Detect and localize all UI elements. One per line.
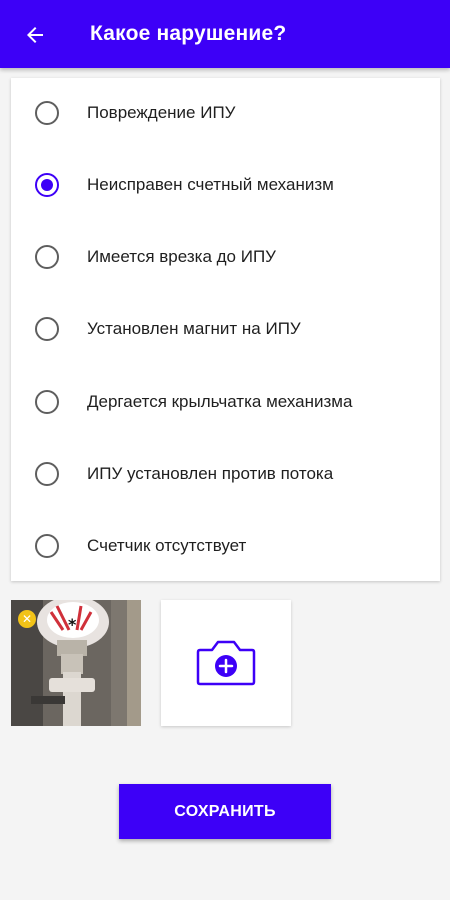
option-meter-missing[interactable]: Счетчик отсутствует [11, 516, 440, 576]
option-damage[interactable]: Повреждение ИПУ [11, 83, 440, 143]
option-magnet[interactable]: Установлен магнит на ИПУ [11, 299, 440, 359]
arrow-left-icon [27, 27, 43, 43]
option-faulty-counter[interactable]: Неисправен счетный механизм [11, 155, 440, 215]
option-label: Счетчик отсутствует [87, 536, 247, 555]
radio-button[interactable] [35, 317, 59, 341]
camera-add-icon [196, 640, 256, 686]
close-icon: ✕ [21, 612, 33, 626]
radio-button[interactable] [35, 245, 59, 269]
svg-text:*: * [68, 615, 77, 634]
radio-dot [41, 179, 53, 191]
radio-button[interactable] [35, 101, 59, 125]
option-label: Неисправен счетный механизм [87, 175, 334, 194]
option-label: Имеется врезка до ИПУ [87, 247, 276, 266]
add-photo-button[interactable] [161, 600, 291, 726]
radio-button[interactable] [35, 462, 59, 486]
radio-button[interactable] [35, 534, 59, 558]
option-label: Дергается крыльчатка механизма [87, 392, 353, 411]
option-label: Установлен магнит на ИПУ [87, 319, 301, 338]
remove-photo-button[interactable]: ✕ [18, 610, 36, 628]
option-label: ИПУ установлен против потока [87, 464, 334, 483]
page-title: Какое нарушение? [90, 22, 287, 45]
option-tap-before-meter[interactable]: Имеется врезка до ИПУ [11, 227, 440, 287]
option-label: Повреждение ИПУ [87, 103, 236, 122]
photo-thumbnail[interactable]: * ✕ [11, 600, 141, 726]
option-against-flow[interactable]: ИПУ установлен против потока [11, 444, 440, 504]
radio-button-selected[interactable] [35, 173, 59, 197]
app-bar: Какое нарушение? [0, 0, 450, 68]
radio-button[interactable] [35, 390, 59, 414]
back-button[interactable] [20, 20, 50, 50]
violation-options-card: Повреждение ИПУ Неисправен счетный механ… [11, 78, 440, 581]
option-impeller-jerks[interactable]: Дергается крыльчатка механизма [11, 372, 440, 432]
save-button[interactable]: СОХРАНИТЬ [119, 784, 331, 839]
